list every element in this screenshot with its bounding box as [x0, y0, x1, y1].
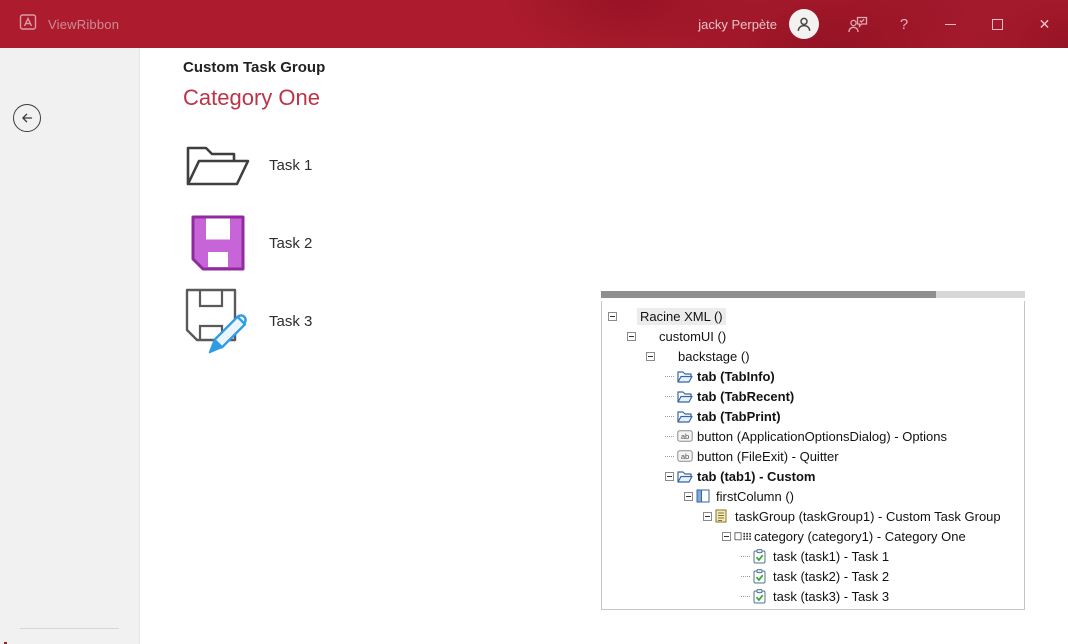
tree-connector: [665, 456, 674, 457]
tree-node[interactable]: task (task2) - Task 2: [602, 566, 1024, 586]
maximize-icon: [992, 19, 1003, 30]
save-as-icon: [183, 288, 253, 354]
taskgroup-icon: [715, 509, 732, 523]
task-icon: [753, 569, 770, 584]
app-logo-icon: [18, 12, 38, 37]
tree-node-label: category (category1) - Category One: [751, 528, 969, 545]
task-icon: [753, 589, 770, 604]
close-button[interactable]: ✕: [1021, 0, 1068, 48]
back-arrow-icon: [18, 109, 36, 127]
help-icon[interactable]: ?: [881, 0, 927, 48]
svg-text:ab: ab: [681, 452, 689, 461]
tree-node-label: Racine XML (): [637, 308, 726, 325]
tree-expander-icon[interactable]: [684, 492, 693, 501]
tree-node-label: backstage (): [675, 348, 753, 365]
task-label: Task 3: [269, 313, 312, 330]
tree-expander-icon[interactable]: [665, 472, 674, 481]
tree-node-label: task (task1) - Task 1: [770, 548, 892, 565]
tree-connector: [665, 396, 674, 397]
close-icon: ✕: [1039, 16, 1051, 33]
tree-node[interactable]: customUI (): [602, 326, 1024, 346]
tree-node-label: firstColumn (): [713, 488, 797, 505]
tree-node[interactable]: firstColumn (): [602, 486, 1024, 506]
titlebar: ViewRibbon jacky Perpète ?: [0, 0, 1068, 48]
tree-connector: [741, 576, 750, 577]
tree-node[interactable]: task (task3) - Task 3: [602, 586, 1024, 606]
maximize-button[interactable]: [974, 0, 1021, 48]
folder-icon: [677, 390, 694, 403]
tree-node-label: tab (TabRecent): [694, 388, 797, 405]
help-glyph: ?: [881, 16, 927, 33]
open-folder-icon: [183, 142, 253, 188]
tree-node[interactable]: taskGroup (taskGroup1) - Custom Task Gro…: [602, 506, 1024, 526]
column-icon: [696, 489, 713, 503]
task-item[interactable]: Task 2: [183, 204, 443, 282]
tree-node[interactable]: tab (TabInfo): [602, 366, 1024, 386]
tree-node[interactable]: tab (TabPrint): [602, 406, 1024, 426]
button-icon: ab: [677, 450, 694, 462]
xml-tree: Racine XML () customUI () backstage () tab …: [601, 301, 1025, 610]
tree-expander-icon[interactable]: [722, 532, 731, 541]
tree-node[interactable]: tab (tab1) - Custom: [602, 466, 1024, 486]
tree-node[interactable]: ab button (ApplicationOptionsDialog) - Op…: [602, 426, 1024, 446]
sidebar-item-custom[interactable]: Custom: [0, 640, 139, 644]
tree-connector: [665, 416, 674, 417]
tree-node-label: taskGroup (taskGroup1) - Custom Task Gro…: [732, 508, 1004, 525]
feedback-icon[interactable]: [835, 0, 881, 48]
tree-horizontal-scrollbar[interactable]: [601, 291, 1025, 298]
tree-connector: [665, 436, 674, 437]
tree-node-label: tab (tab1) - Custom: [694, 468, 818, 485]
tree-expander-icon[interactable]: [627, 332, 636, 341]
app-window: ViewRibbon jacky Perpète ?: [0, 0, 1068, 644]
page-title: Custom Task Group: [183, 59, 1068, 76]
folder-icon: [677, 370, 694, 383]
save-icon: [183, 215, 253, 271]
tree-node[interactable]: category (category1) - Category One: [602, 526, 1024, 546]
task-label: Task 1: [269, 157, 312, 174]
tree-node[interactable]: tab (TabRecent): [602, 386, 1024, 406]
tree-connector: [741, 556, 750, 557]
tree-node-label: button (ApplicationOptionsDialog) - Opti…: [694, 428, 950, 445]
scrollbar-thumb[interactable]: [601, 291, 936, 298]
xml-tree-panel: Racine XML () customUI () backstage () tab …: [601, 291, 1025, 610]
tree-expander-icon[interactable]: [608, 312, 617, 321]
back-button[interactable]: [13, 104, 41, 132]
task-icon: [753, 549, 770, 564]
folder-icon: [677, 470, 694, 483]
tree-node-label: button (FileExit) - Quitter: [694, 448, 842, 465]
tree-node[interactable]: task (task1) - Task 1: [602, 546, 1024, 566]
content-area: Custom Task Group Category One Task 1 Tas…: [140, 48, 1068, 644]
tree-node[interactable]: backstage (): [602, 346, 1024, 366]
tree-expander-icon[interactable]: [703, 512, 712, 521]
folder-icon: [677, 410, 694, 423]
button-icon: ab: [677, 430, 694, 442]
tree-node[interactable]: Racine XML (): [602, 306, 1024, 326]
tree-connector: [741, 596, 750, 597]
tree-expander-icon[interactable]: [646, 352, 655, 361]
category-title: Category One: [183, 85, 1068, 111]
task-label: Task 2: [269, 235, 312, 252]
svg-text:ab: ab: [681, 432, 689, 441]
minimize-icon: [945, 24, 956, 25]
user-name[interactable]: jacky Perpète: [698, 17, 777, 32]
tree-node[interactable]: ab button (FileExit) - Quitter: [602, 446, 1024, 466]
avatar[interactable]: [789, 9, 819, 39]
tree-node-label: task (task3) - Task 3: [770, 588, 892, 605]
sidebar-divider: [20, 628, 119, 629]
task-item[interactable]: Task 1: [183, 126, 443, 204]
app-title: ViewRibbon: [48, 17, 119, 32]
tree-node-label: customUI (): [656, 328, 729, 345]
category-icon: [734, 530, 751, 542]
task-item[interactable]: Task 3: [183, 282, 443, 360]
tree-connector: [665, 376, 674, 377]
tree-node-label: task (task2) - Task 2: [770, 568, 892, 585]
sidebar: Custom: [0, 48, 140, 644]
tree-node-label: tab (TabPrint): [694, 408, 784, 425]
tree-node-label: tab (TabInfo): [694, 368, 778, 385]
minimize-button[interactable]: [927, 0, 974, 48]
